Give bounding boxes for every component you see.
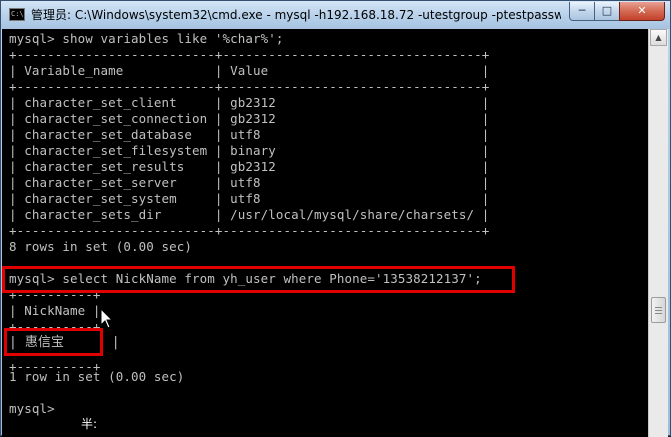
console-line: | NickName | (9, 303, 101, 318)
grip-line (655, 310, 662, 311)
console-line: | character_set_connection | gb2312 | (9, 111, 490, 126)
console-line: +--------------------------+------------… (9, 47, 490, 62)
console-line: | character_set_client | gb2312 | (9, 95, 490, 110)
grip-line (655, 307, 662, 308)
console-line: +--------------------------+------------… (9, 79, 490, 94)
console-output[interactable]: mysql> show variables like '%char%'; +--… (2, 29, 648, 437)
console-line: 8 rows in set (0.00 sec) (9, 239, 193, 254)
console-line: mysql> show variables like '%char%'; (9, 31, 284, 46)
console-line: 1 row in set (0.00 sec) (9, 369, 185, 384)
console-app-icon[interactable]: C:\ (9, 8, 25, 21)
minimize-button[interactable]: ─ (569, 2, 595, 21)
console-line: | character_sets_dir | /usr/local/mysql/… (9, 207, 490, 222)
query-highlight-box (2, 266, 515, 293)
title-bar[interactable]: C:\ 管理员: C:\Windows\system32\cmd.exe - m… (1, 1, 670, 29)
ime-status-indicator: 半: (81, 417, 98, 431)
console-line: | Variable_name | Value | (9, 63, 490, 78)
console-line: | character_set_results | gb2312 | (9, 159, 490, 174)
console-line: | character_set_server | utf8 | (9, 175, 490, 190)
maximize-button[interactable]: □ (594, 2, 620, 21)
console-line: +--------------------------+------------… (9, 223, 490, 238)
console-line: | character_set_system | utf8 | (9, 191, 490, 206)
vertical-scrollbar[interactable]: ▲ (648, 29, 668, 437)
scroll-up-button[interactable]: ▲ (650, 29, 667, 46)
console-line: | character_set_database | utf8 | (9, 127, 490, 142)
grip-line (655, 313, 662, 314)
mouse-cursor-icon (100, 308, 114, 329)
window-title: 管理员: C:\Windows\system32\cmd.exe - mysql… (31, 8, 561, 22)
console-line: mysql> (9, 401, 55, 416)
close-button[interactable]: ✕ (619, 2, 665, 21)
console-line: | character_set_filesystem | binary | (9, 143, 490, 158)
cmd-window: C:\ 管理员: C:\Windows\system32\cmd.exe - m… (0, 0, 671, 437)
scroll-thumb[interactable] (651, 297, 666, 323)
result-highlight-box (4, 328, 103, 356)
